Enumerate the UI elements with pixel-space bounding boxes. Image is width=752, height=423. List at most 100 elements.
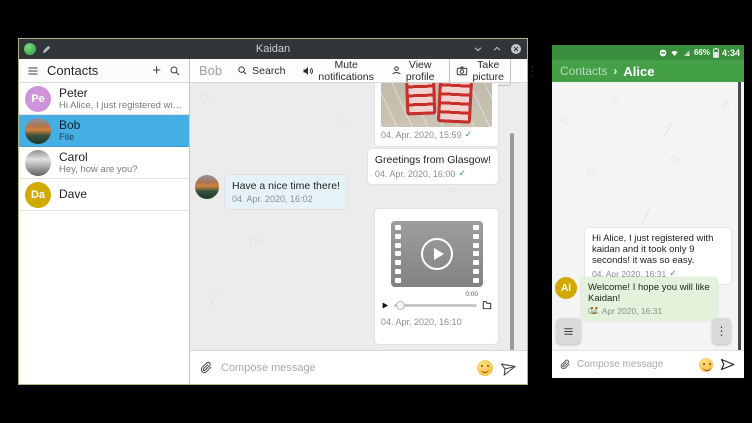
drawer-handle-button[interactable] bbox=[556, 318, 581, 344]
seek-slider[interactable] bbox=[394, 304, 477, 307]
sidebar-toolbar: Contacts + bbox=[19, 59, 189, 83]
message-outgoing: Greetings from Glasgow! 04. Apr. 2020, 1… bbox=[368, 149, 498, 184]
avatar: Pe bbox=[25, 86, 51, 112]
desktop-background: Kaidan Contacts bbox=[0, 0, 752, 423]
close-button[interactable] bbox=[510, 43, 522, 55]
minimize-button[interactable] bbox=[472, 43, 484, 55]
doodle-dot-icon: ∙ bbox=[626, 138, 629, 147]
chat-message-area: ◇ ▷ ○ ▷ ╱ ∙ ∙ ◇ bbox=[190, 83, 527, 350]
contact-last-message: Hey, how are you? bbox=[59, 164, 138, 175]
open-externally-icon[interactable] bbox=[482, 300, 492, 310]
chat-scrollbar[interactable] bbox=[510, 133, 514, 350]
emoji-picker-button[interactable] bbox=[477, 360, 493, 376]
kaidan-app-icon bbox=[24, 43, 36, 55]
doodle-diamond-icon: ◇ bbox=[200, 91, 209, 103]
doodle-slash-icon: ╱ bbox=[210, 293, 217, 305]
button-label: Mute notifications bbox=[318, 59, 373, 83]
contact-last-message: File bbox=[59, 132, 80, 143]
chat-overflow-menu-button[interactable]: ⋮ bbox=[524, 62, 541, 80]
titlebar[interactable]: Kaidan bbox=[19, 39, 527, 59]
video-controls: 0:00 bbox=[381, 300, 492, 310]
avatar bbox=[25, 118, 51, 144]
contact-name: Bob bbox=[59, 119, 80, 132]
compose-bar bbox=[190, 350, 527, 384]
sidebar-title: Contacts bbox=[47, 63, 144, 78]
message-timestamp: 04. Apr 2020, 16:31 bbox=[588, 306, 662, 316]
android-status-bar: 66% 4:34 bbox=[552, 45, 744, 60]
compose-message-input[interactable] bbox=[577, 359, 693, 370]
message-timestamp: 04. Apr. 2020, 16:02 bbox=[232, 194, 313, 204]
status-clock: 4:34 bbox=[722, 48, 740, 58]
play-button[interactable] bbox=[381, 301, 389, 310]
pin-icon[interactable] bbox=[41, 44, 52, 55]
cellular-signal-icon bbox=[682, 49, 691, 57]
doodle-dot-icon: ∙ bbox=[330, 309, 333, 318]
hamburger-icon bbox=[562, 326, 575, 337]
attach-file-button[interactable] bbox=[560, 358, 571, 371]
emoji-picker-button[interactable] bbox=[699, 358, 713, 372]
film-perforations bbox=[395, 225, 401, 283]
contact-row-bob[interactable]: Bob File bbox=[19, 115, 189, 147]
contact-name: Peter bbox=[59, 87, 183, 100]
send-button[interactable] bbox=[499, 358, 518, 377]
button-label: View profile bbox=[406, 59, 435, 83]
doodle-circle-icon: ○ bbox=[448, 183, 455, 195]
message-image-bubble: 04. Apr. 2020, 15:59 ✓ bbox=[375, 83, 498, 146]
search-contacts-button[interactable] bbox=[169, 65, 181, 77]
wifi-icon bbox=[670, 49, 679, 57]
breadcrumb-contacts[interactable]: Contacts bbox=[560, 64, 607, 78]
film-perforations bbox=[473, 225, 479, 283]
avatar bbox=[195, 175, 219, 199]
video-thumbnail[interactable] bbox=[391, 221, 483, 287]
chevron-right-icon: › bbox=[613, 64, 617, 78]
speaker-icon bbox=[302, 65, 314, 77]
contact-name: Carol bbox=[59, 151, 138, 164]
message-timestamp: 04. Apr. 2020, 15:59 bbox=[381, 130, 462, 140]
contact-last-message: Hi Alice, I just registered with kaidan.… bbox=[59, 100, 183, 111]
telephone-boxes-photo[interactable] bbox=[381, 83, 492, 127]
chat-peer-name: Bob bbox=[199, 63, 222, 78]
message-text: Welcome! I hope you will like Kaidan! bbox=[588, 282, 711, 304]
chat-toolbar: Bob Search Mute notifications bbox=[190, 59, 527, 83]
camera-icon bbox=[456, 65, 468, 77]
delivered-check-icon: ✓ bbox=[458, 168, 466, 179]
playback-position: 0:00 bbox=[465, 291, 478, 298]
delivered-check-icon: ✓ bbox=[465, 129, 473, 140]
photo-phonebox-shape bbox=[437, 83, 475, 124]
add-contact-button[interactable]: + bbox=[152, 63, 161, 78]
contact-row-dave[interactable]: Da Dave bbox=[19, 179, 189, 211]
do-not-disturb-icon bbox=[659, 49, 667, 57]
take-picture-button[interactable]: Take picture bbox=[449, 56, 511, 86]
doodle-triangle-icon: △ bbox=[722, 100, 730, 110]
search-in-chat-button[interactable]: Search bbox=[235, 64, 287, 78]
doodle-triangle-icon: ▷ bbox=[250, 233, 261, 247]
button-label: Take picture bbox=[472, 59, 504, 83]
page-title: Alice bbox=[623, 64, 654, 79]
view-profile-button[interactable]: View profile bbox=[389, 58, 437, 84]
mobile-chat-scrollbar[interactable] bbox=[738, 82, 741, 350]
doodle-slash-icon: ╱ bbox=[642, 210, 649, 222]
mobile-chat-area: ○ △ ◇ ╱ ▷ ◇ ∙ ∙ ╱ Hi Alice, I just regis… bbox=[552, 82, 744, 350]
attach-file-button[interactable] bbox=[200, 360, 213, 375]
battery-percentage: 66% bbox=[694, 48, 710, 57]
message-outgoing: Hi Alice, I just registered with kaidan … bbox=[585, 228, 731, 284]
doodle-circle-icon: ○ bbox=[612, 96, 619, 108]
doodle-triangle-icon: ▷ bbox=[337, 116, 349, 130]
play-icon[interactable] bbox=[421, 238, 453, 270]
kaidan-mobile-window: 66% 4:34 Contacts › Alice ○ △ ◇ ╱ ▷ ◇ ∙ … bbox=[552, 45, 744, 378]
mobile-overflow-button[interactable]: ⋮ bbox=[712, 318, 731, 344]
mobile-header: Contacts › Alice bbox=[552, 60, 744, 82]
maximize-button[interactable] bbox=[491, 43, 503, 55]
window-title: Kaidan bbox=[19, 43, 527, 55]
hamburger-menu-button[interactable] bbox=[27, 65, 39, 77]
send-button[interactable] bbox=[719, 357, 736, 372]
doodle-slash-icon: ╱ bbox=[664, 124, 671, 136]
compose-message-input[interactable] bbox=[221, 362, 469, 374]
search-icon bbox=[237, 65, 248, 76]
contact-name: Dave bbox=[59, 188, 87, 201]
contact-row-peter[interactable]: Pe Peter Hi Alice, I just registered wit… bbox=[19, 83, 189, 115]
contact-row-carol[interactable]: Carol Hey, how are you? bbox=[19, 147, 189, 179]
doodle-diamond-icon: ◇ bbox=[562, 116, 570, 126]
slider-handle[interactable] bbox=[396, 301, 405, 310]
mute-notifications-button[interactable]: Mute notifications bbox=[300, 58, 375, 84]
